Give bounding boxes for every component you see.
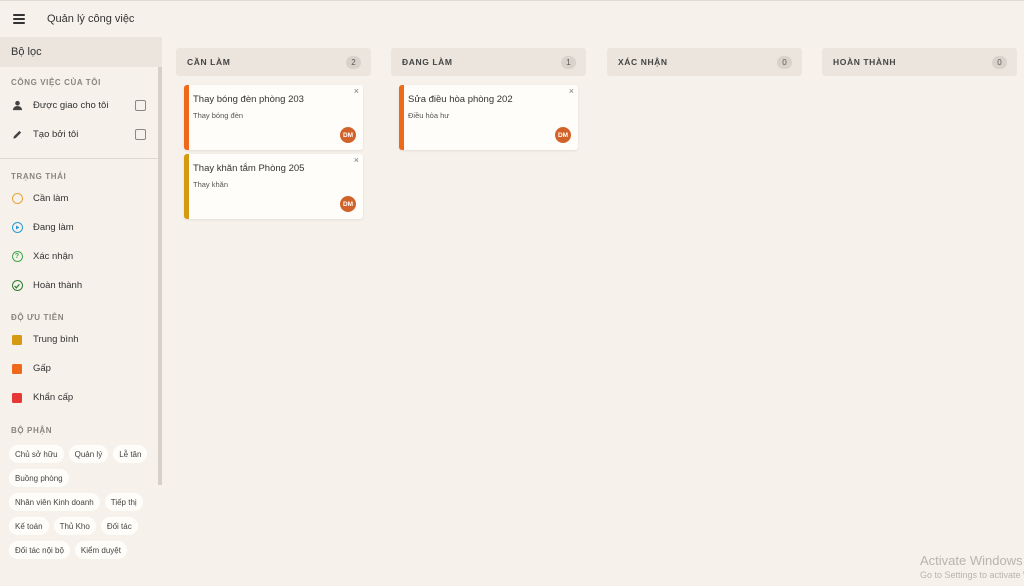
priority-label: Khẩn cấp — [33, 392, 74, 403]
priority-filter-critical[interactable]: Khẩn cấp — [0, 383, 162, 412]
app-title: Quản lý công việc — [47, 13, 135, 25]
status-label: Xác nhận — [33, 251, 74, 262]
filter-assigned-to-me[interactable]: Được giao cho tôi — [0, 91, 162, 120]
avatar: DM — [555, 127, 571, 143]
close-icon[interactable]: × — [569, 86, 574, 96]
status-filter-done[interactable]: Hoàn thành — [0, 271, 162, 300]
column-count-badge: 0 — [777, 55, 792, 69]
filter-sidebar: Bộ lọc CÔNG VIỆC CỦA TÔI Được giao cho t… — [0, 37, 162, 586]
section-title-my-tasks: CÔNG VIỆC CỦA TÔI — [11, 78, 101, 87]
column-header: CẦN LÀM 2 — [176, 48, 371, 76]
department-chip[interactable]: Buồng phòng — [9, 469, 69, 487]
department-chip[interactable]: Chủ sở hữu — [9, 445, 64, 463]
column-done: HOÀN THÀNH 0 — [822, 48, 1017, 76]
department-chip[interactable]: Đối tác nội bộ — [9, 541, 70, 559]
card-title: Thay khăn tắm Phòng 205 — [193, 163, 305, 174]
assigned-checkbox[interactable] — [135, 100, 146, 111]
column-confirm: XÁC NHẬN 0 — [607, 48, 802, 76]
avatar: DM — [340, 127, 356, 143]
column-count-badge: 2 — [346, 55, 361, 69]
section-title-department: BỘ PHẬN — [11, 426, 53, 435]
card-title: Sửa điều hòa phòng 202 — [408, 94, 513, 105]
section-title-priority: ĐỘ ƯU TIÊN — [11, 313, 65, 322]
department-chip[interactable]: Kiểm duyệt — [74, 541, 127, 559]
person-icon — [11, 100, 23, 112]
check-circle-icon — [11, 280, 23, 292]
card-title: Thay bóng đèn phòng 203 — [193, 94, 304, 105]
column-title: XÁC NHẬN — [618, 57, 668, 67]
status-label: Hoàn thành — [33, 280, 83, 291]
filter-label: Được giao cho tôi — [33, 100, 109, 111]
column-count-badge: 0 — [992, 55, 1007, 69]
help-circle-icon: ? — [11, 251, 23, 263]
status-label: Cần làm — [33, 193, 69, 204]
priority-square-icon — [11, 334, 23, 346]
watermark-title: Activate Windows — [920, 553, 1023, 568]
department-chips: Chủ sở hữu Quản lý Lễ tân Buồng phòng Nh… — [0, 445, 162, 559]
department-chip[interactable]: Tiếp thị — [104, 493, 143, 511]
menu-icon[interactable] — [13, 14, 25, 24]
column-count-badge: 1 — [561, 55, 576, 69]
priority-label: Gấp — [33, 363, 51, 374]
card-description: Thay bóng đèn — [193, 111, 244, 120]
status-filter-confirm[interactable]: ? Xác nhận — [0, 242, 162, 271]
department-chip[interactable]: Thủ Kho — [53, 517, 96, 535]
column-todo: CẦN LÀM 2 Thay bóng đèn phòng 203 Thay b… — [176, 48, 371, 219]
status-filter-doing[interactable]: Đang làm — [0, 213, 162, 242]
department-chip[interactable]: Đối tác — [100, 517, 138, 535]
close-icon[interactable]: × — [354, 86, 359, 96]
status-label: Đang làm — [33, 222, 74, 233]
priority-label: Trung bình — [33, 334, 79, 345]
watermark-subtitle: Go to Settings to activate Windows. — [920, 570, 1024, 580]
department-chip[interactable]: Nhân viên Kinh doanh — [9, 493, 100, 511]
pencil-icon — [11, 129, 23, 141]
department-chip[interactable]: Lễ tân — [113, 445, 148, 463]
card-description: Điều hòa hư — [408, 111, 450, 120]
created-checkbox[interactable] — [135, 129, 146, 140]
column-title: ĐANG LÀM — [402, 57, 453, 67]
priority-filter-medium[interactable]: Trung bình — [0, 325, 162, 354]
filter-created-by-me[interactable]: Tạo bởi tôi — [0, 120, 162, 149]
circle-outline-icon — [11, 193, 23, 205]
column-doing: ĐANG LÀM 1 Sửa điều hòa phòng 202 Điều h… — [391, 48, 586, 150]
priority-square-icon — [11, 363, 23, 375]
app-bar: Quản lý công việc — [0, 0, 1024, 37]
section-title-status: TRẠNG THÁI — [11, 172, 67, 181]
priority-filter-urgent[interactable]: Gấp — [0, 354, 162, 383]
column-header: HOÀN THÀNH 0 — [822, 48, 1017, 76]
column-header: XÁC NHẬN 0 — [607, 48, 802, 76]
windows-activation-watermark: Activate Windows Go to Settings to activ… — [920, 553, 1024, 580]
filter-label: Tạo bởi tôi — [33, 129, 79, 140]
task-card[interactable]: Thay bóng đèn phòng 203 Thay bóng đèn × … — [184, 85, 363, 150]
department-chip[interactable]: Kế toán — [9, 517, 49, 535]
task-card[interactable]: Thay khăn tắm Phòng 205 Thay khăn × DM — [184, 154, 363, 219]
department-chip[interactable]: Quản lý — [68, 445, 109, 463]
priority-square-icon — [11, 392, 23, 404]
column-header: ĐANG LÀM 1 — [391, 48, 586, 76]
task-card[interactable]: Sửa điều hòa phòng 202 Điều hòa hư × DM — [399, 85, 578, 150]
status-filter-todo[interactable]: Cần làm — [0, 184, 162, 213]
avatar: DM — [340, 196, 356, 212]
sidebar-scrollbar[interactable] — [158, 67, 162, 485]
close-icon[interactable]: × — [354, 155, 359, 165]
play-circle-icon — [11, 222, 23, 234]
column-title: HOÀN THÀNH — [833, 57, 897, 67]
column-title: CẦN LÀM — [187, 57, 231, 67]
card-description: Thay khăn — [193, 180, 229, 189]
filter-header: Bộ lọc — [0, 37, 162, 67]
